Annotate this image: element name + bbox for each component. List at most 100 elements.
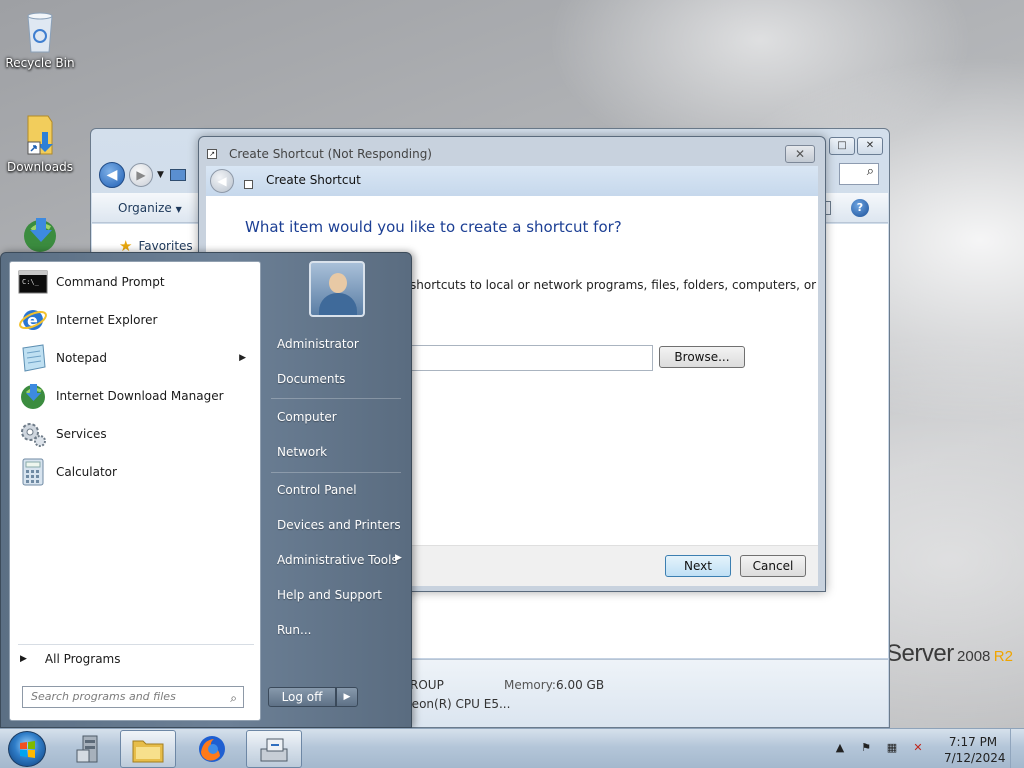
- pinned-item-services[interactable]: Services: [14, 416, 254, 452]
- dialog-close-button[interactable]: ✕: [785, 145, 815, 163]
- log-off-button[interactable]: Log off: [268, 687, 336, 707]
- browse-button[interactable]: Browse...: [659, 346, 745, 368]
- server-manager-icon: [76, 735, 98, 763]
- workgroup-value: ROUP: [410, 678, 444, 692]
- pinned-item-command-prompt[interactable]: C:\_ Command Prompt: [14, 264, 254, 300]
- avatar[interactable]: [309, 261, 365, 317]
- pinned-item-notepad[interactable]: Notepad ▶: [14, 340, 254, 376]
- start-link-documents[interactable]: Documents: [277, 372, 345, 386]
- memory-value: 6.00 GB: [556, 678, 605, 692]
- item-location-input[interactable]: [407, 345, 653, 371]
- shortcut-icon: ↗: [207, 149, 217, 159]
- cpu-value: Xeon(R) CPU E5...: [404, 697, 511, 711]
- avatar-body: [319, 293, 357, 315]
- all-programs-button[interactable]: ▶ All Programs: [20, 652, 121, 666]
- wizard-back-button[interactable]: ◀: [210, 169, 234, 193]
- start-link-administrative-tools[interactable]: Administrative Tools ▶: [277, 553, 403, 567]
- forward-button[interactable]: ▶: [129, 163, 153, 187]
- triangle-right-icon: ▶: [20, 654, 27, 664]
- start-link-help-and-support[interactable]: Help and Support: [277, 588, 382, 602]
- shortcut-icon: [244, 180, 253, 189]
- start-link-control-panel[interactable]: Control Panel: [277, 483, 357, 497]
- divider: [271, 472, 401, 473]
- start-link-computer[interactable]: Computer: [277, 410, 337, 424]
- close-button[interactable]: ✕: [857, 137, 883, 155]
- pinned-item-internet-explorer[interactable]: e Internet Explorer: [14, 302, 254, 338]
- wizard-title: Create Shortcut: [266, 173, 361, 187]
- back-button[interactable]: ◀: [99, 162, 125, 188]
- organize-button[interactable]: Organize ▼: [118, 201, 182, 215]
- start-link-label: Administrative Tools: [277, 553, 398, 567]
- help-icon[interactable]: ?: [851, 199, 869, 217]
- svg-text:C:\_: C:\_: [22, 278, 40, 286]
- show-hidden-icons-icon[interactable]: ▲: [830, 741, 850, 757]
- submenu-arrow-icon: ▶: [395, 553, 402, 563]
- start-link-run[interactable]: Run...: [277, 623, 311, 637]
- organize-label: Organize: [118, 200, 172, 215]
- search-icon: ⌕: [866, 164, 874, 179]
- start-link-devices-and-printers[interactable]: Devices and Printers: [277, 518, 401, 532]
- system-clock[interactable]: 7:17 PM 7/12/2024: [944, 734, 1006, 766]
- search-input[interactable]: ⌕: [839, 163, 879, 185]
- windows-server-brand: Server 2008 R2: [886, 640, 1013, 668]
- favorites-label: Favorites: [138, 239, 193, 253]
- action-center-flag-icon[interactable]: ⚑: [856, 741, 876, 757]
- dialog-titlebar[interactable]: ↗ Create Shortcut (Not Responding) ✕: [199, 137, 825, 167]
- recent-pages-icon[interactable]: ▼: [157, 170, 164, 180]
- desktop-icon-internet-download-manager[interactable]: [2, 214, 78, 256]
- pinned-item-internet-download-manager[interactable]: Internet Download Manager: [14, 378, 254, 414]
- internet-download-manager-icon: [24, 218, 56, 252]
- brand-release: R2: [993, 648, 1013, 665]
- start-button[interactable]: [8, 731, 46, 767]
- wizard-question: What item would you like to create a sho…: [245, 218, 622, 236]
- brand-word: Server: [886, 640, 954, 667]
- memory-key: Memory:: [504, 678, 556, 692]
- maximize-button[interactable]: □: [829, 137, 855, 155]
- taskbar-app-shortcut-wizard[interactable]: [246, 730, 302, 768]
- pinned-item-label: Command Prompt: [56, 275, 165, 289]
- firefox-icon: [199, 736, 225, 762]
- taskbar-app-firefox[interactable]: [184, 730, 240, 768]
- brand-year: 2008: [957, 648, 991, 665]
- services-icon: [21, 423, 46, 447]
- pinned-item-label: Internet Explorer: [56, 313, 158, 327]
- command-prompt-icon: C:\_: [18, 270, 48, 294]
- clock-date: 7/12/2024: [944, 751, 1006, 765]
- taskbar-app-windows-explorer[interactable]: [120, 730, 176, 768]
- next-button[interactable]: Next: [665, 555, 731, 577]
- computer-icon: [169, 169, 186, 181]
- clock-time: 7:17 PM: [948, 735, 998, 749]
- start-link-network[interactable]: Network: [277, 445, 327, 459]
- desktop-icon-label: Recycle Bin: [5, 56, 75, 70]
- start-search-input[interactable]: Search programs and files ⌕: [22, 686, 244, 708]
- start-menu: C:\_ Command Prompt e Internet Explorer …: [0, 252, 412, 728]
- pinned-item-calculator[interactable]: Calculator: [14, 454, 254, 490]
- chevron-down-icon: ▼: [175, 204, 182, 214]
- search-icon: ⌕: [230, 691, 237, 705]
- show-desktop-button[interactable]: [1010, 729, 1024, 768]
- desktop-icon-recycle-bin[interactable]: Recycle Bin: [2, 8, 78, 70]
- window-controls: □ ✕: [829, 137, 883, 155]
- start-link-administrator[interactable]: Administrator: [277, 337, 359, 351]
- divider: [271, 398, 401, 399]
- folder-shortcut-icon: [27, 115, 53, 155]
- volume-muted-icon[interactable]: ✕: [908, 741, 928, 757]
- pinned-item-label: Calculator: [56, 465, 117, 479]
- avatar-head: [329, 273, 347, 293]
- start-menu-programs-pane: C:\_ Command Prompt e Internet Explorer …: [9, 261, 261, 721]
- internet-explorer-icon: e: [19, 310, 47, 330]
- system-tray: ▲ ⚑ ▦ ✕: [824, 729, 928, 768]
- dialog-title: Create Shortcut (Not Responding): [229, 147, 432, 161]
- desktop-icon-downloads[interactable]: Downloads: [2, 112, 78, 174]
- calculator-icon: [22, 458, 44, 486]
- folder-icon: [132, 740, 164, 763]
- cancel-button[interactable]: Cancel: [740, 555, 806, 577]
- taskbar-app-server-manager[interactable]: [62, 730, 118, 768]
- pinned-item-label: Services: [56, 427, 107, 441]
- shutdown-options-button[interactable]: ▶: [336, 687, 358, 707]
- wizard-header: ◀ Create Shortcut: [206, 166, 818, 196]
- network-icon[interactable]: ▦: [882, 741, 902, 757]
- pinned-item-label: Notepad: [56, 351, 107, 365]
- desktop-icon-label: Downloads: [7, 160, 73, 174]
- pinned-item-label: Internet Download Manager: [56, 389, 224, 403]
